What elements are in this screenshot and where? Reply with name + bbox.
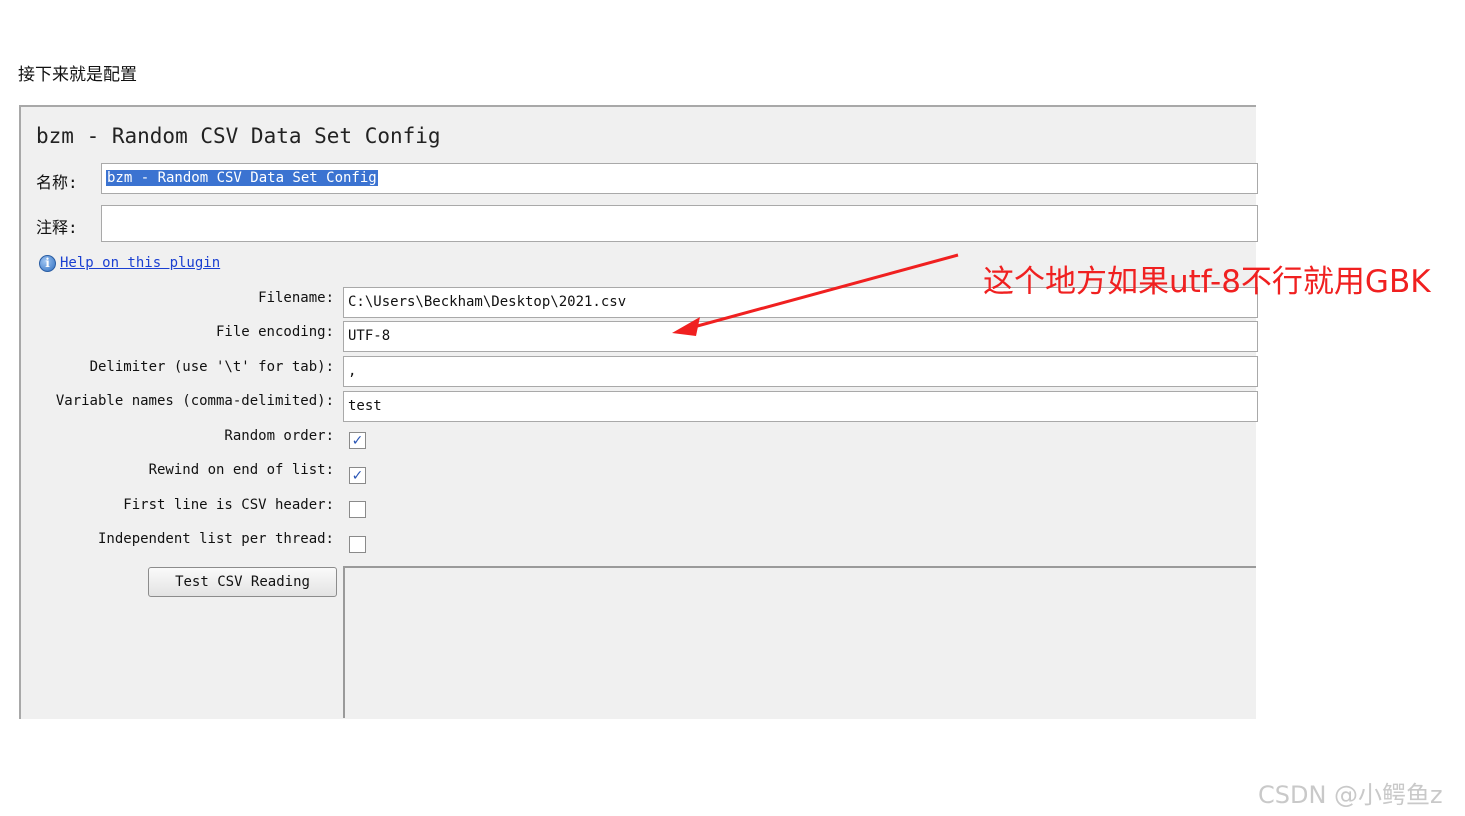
encoding-input[interactable]: UTF-8 bbox=[343, 321, 1258, 352]
comment-input[interactable] bbox=[101, 205, 1258, 242]
comment-label: 注释: bbox=[36, 218, 78, 237]
name-input-value: bzm - Random CSV Data Set Config bbox=[106, 170, 378, 186]
filename-label: Filename: bbox=[258, 290, 334, 306]
random-order-label: Random order: bbox=[224, 428, 334, 444]
panel-title: bzm - Random CSV Data Set Config bbox=[36, 124, 441, 148]
help-link[interactable]: Help on this plugin bbox=[60, 255, 220, 271]
name-label: 名称: bbox=[36, 173, 78, 192]
info-icon: i bbox=[39, 254, 56, 272]
test-output-area bbox=[343, 566, 1256, 718]
delimiter-label: Delimiter (use '\t' for tab): bbox=[89, 359, 334, 375]
delimiter-input[interactable]: , bbox=[343, 356, 1258, 387]
test-csv-reading-button[interactable]: Test CSV Reading bbox=[148, 567, 337, 597]
watermark: CSDN @小鳄鱼z bbox=[1258, 781, 1443, 809]
independent-list-checkbox[interactable] bbox=[349, 536, 366, 553]
rewind-label: Rewind on end of list: bbox=[148, 462, 334, 478]
annotation-text: 这个地方如果utf-8不行就用GBK bbox=[983, 264, 1431, 300]
name-input[interactable]: bzm - Random CSV Data Set Config bbox=[101, 163, 1258, 194]
encoding-label: File encoding: bbox=[215, 324, 334, 340]
csv-header-checkbox[interactable] bbox=[349, 501, 366, 518]
intro-text: 接下来就是配置 bbox=[18, 65, 137, 85]
rewind-checkbox[interactable]: ✓ bbox=[349, 467, 366, 484]
variables-input[interactable]: test bbox=[343, 391, 1258, 422]
help-row: i Help on this plugin bbox=[39, 252, 220, 274]
independent-list-label: Independent list per thread: bbox=[97, 531, 334, 547]
check-icon: ✓ bbox=[351, 432, 364, 449]
random-order-checkbox[interactable]: ✓ bbox=[349, 432, 366, 449]
variables-label: Variable names (comma-delimited): bbox=[55, 393, 334, 409]
csv-header-label: First line is CSV header: bbox=[123, 497, 334, 513]
check-icon: ✓ bbox=[351, 467, 364, 484]
csv-config-panel: bzm - Random CSV Data Set Config 名称: bzm… bbox=[19, 105, 1258, 719]
